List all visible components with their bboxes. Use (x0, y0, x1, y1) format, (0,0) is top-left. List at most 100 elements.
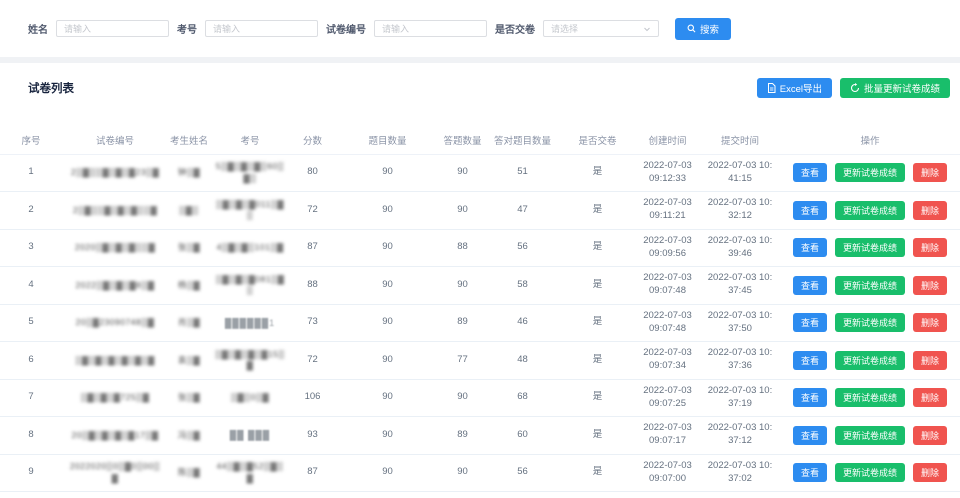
cell-index: 5 (0, 304, 62, 342)
delete-button[interactable]: 删除 (913, 313, 948, 333)
panel-toolbar: 试卷列表 Excel导出 批量更新试卷成绩 (0, 63, 960, 127)
submitted-select[interactable]: 请选择 (543, 20, 659, 37)
delete-button[interactable]: 删除 (913, 163, 948, 183)
cell-correct-count: 60 (485, 416, 560, 455)
cell-index: 9 (0, 454, 62, 492)
delete-button[interactable]: 删除 (913, 200, 948, 220)
batch-update-button[interactable]: 批量更新试卷成绩 (839, 78, 950, 98)
col-header-answered-count: 答题数量 (440, 127, 485, 155)
cell-submitted: 是 (560, 191, 635, 230)
paper-no-input[interactable]: 请输入 (374, 20, 487, 37)
cell-actions: 查看 更新试卷成绩 删除 (780, 229, 960, 267)
view-button[interactable]: 查看 (792, 275, 827, 295)
cell-submitted: 是 (560, 454, 635, 492)
cell-answered-count: 77 (440, 341, 485, 380)
cell-answered-count: 90 (440, 154, 485, 192)
update-score-button[interactable]: 更新试卷成绩 (834, 388, 905, 408)
view-button[interactable]: 查看 (792, 350, 827, 370)
cell-paper-no: 20▒▓23090748▒▓ (62, 304, 168, 342)
cell-student-name: 冯▒▓ (168, 416, 210, 455)
name-field-label: 姓名 (28, 25, 48, 36)
view-button[interactable]: 查看 (792, 388, 827, 408)
cell-index: 3 (0, 229, 62, 267)
cell-actions: 查看 更新试卷成绩 删除 (780, 416, 960, 455)
cell-submitted: 是 (560, 154, 635, 192)
view-button[interactable]: 查看 (792, 463, 827, 483)
exam-id-field-group: 考号 请输入 (177, 20, 318, 37)
cell-created-time: 2022-07-03 09:07:00 (635, 454, 700, 492)
col-header-paper-no: 试卷编号 (62, 127, 168, 155)
cell-paper-no: ▒▓▒▓▒▓▒▓▒▓▒▓ (62, 341, 168, 380)
submitted-field-group: 是否交卷 请选择 (495, 20, 659, 37)
col-header-submit-time: 提交时间 (700, 127, 780, 155)
col-header-student-name: 考生姓名 (168, 127, 210, 155)
cell-paper-no: 20▒▓▒▓▒▓▒▓17▒▓ (62, 416, 168, 455)
cell-created-time: 2022-07-03 09:12:33 (635, 154, 700, 192)
update-score-button[interactable]: 更新试卷成绩 (834, 463, 905, 483)
update-score-button[interactable]: 更新试卷成绩 (834, 313, 905, 333)
cell-actions: 查看 更新试卷成绩 删除 (780, 454, 960, 492)
update-score-button[interactable]: 更新试卷成绩 (834, 350, 905, 370)
update-score-button[interactable]: 更新试卷成绩 (834, 275, 905, 295)
update-score-button[interactable]: 更新试卷成绩 (834, 200, 905, 220)
delete-button[interactable]: 删除 (913, 350, 948, 370)
row-actions: 查看 更新试卷成绩 删除 (785, 463, 955, 483)
row-actions: 查看 更新试卷成绩 删除 (785, 200, 955, 220)
name-input[interactable]: 请输入 (56, 20, 169, 37)
toolbar-buttons: Excel导出 批量更新试卷成绩 (756, 78, 950, 98)
cell-question-count: 90 (335, 229, 440, 267)
cell-student-name: 张▒▓ (168, 379, 210, 417)
exam-id-field-label: 考号 (177, 25, 197, 36)
submitted-field-label: 是否交卷 (495, 25, 535, 36)
delete-button[interactable]: 删除 (913, 238, 948, 258)
cell-answered-count: 88 (440, 229, 485, 267)
refresh-icon (850, 83, 860, 93)
cell-created-time: 2022-07-03 09:09:56 (635, 229, 700, 267)
delete-button[interactable]: 删除 (913, 463, 948, 483)
view-button[interactable]: 查看 (792, 200, 827, 220)
col-header-actions: 操作 (780, 127, 960, 155)
cell-student-name: 肖▒▓ (168, 304, 210, 342)
view-button[interactable]: 查看 (792, 313, 827, 333)
cell-correct-count: 68 (485, 379, 560, 417)
search-button[interactable]: 搜索 (675, 17, 732, 40)
cell-score: 72 (290, 341, 335, 380)
cell-correct-count: 51 (485, 154, 560, 192)
delete-button[interactable]: 删除 (913, 388, 948, 408)
delete-button[interactable]: 删除 (913, 425, 948, 445)
table-header-row: 序号 试卷编号 考生姓名 考号 分数 题目数量 答题数量 答对题目数量 是否交卷… (0, 127, 960, 155)
cell-actions: 查看 更新试卷成绩 删除 (780, 191, 960, 230)
cell-actions: 查看 更新试卷成绩 删除 (780, 266, 960, 305)
view-button[interactable]: 查看 (792, 425, 827, 445)
delete-button[interactable]: 删除 (913, 275, 948, 295)
cell-score: 80 (290, 154, 335, 192)
cell-created-time: 2022-07-03 09:07:17 (635, 416, 700, 455)
cell-score: 73 (290, 304, 335, 342)
row-actions: 查看 更新试卷成绩 删除 (785, 275, 955, 295)
cell-submit-time: 2022-07-03 10:41:15 (700, 154, 780, 192)
cell-exam-id: ▒▓▒▓▒▓▒▓15▒▓ (210, 341, 290, 380)
cell-exam-id: 44▒▓▒▓52▒▓▒▓ (210, 454, 290, 492)
excel-export-button[interactable]: Excel导出 (756, 78, 832, 98)
paper-no-field-group: 试卷编号 请输入 (326, 20, 487, 37)
view-button[interactable]: 查看 (792, 163, 827, 183)
cell-correct-count: 47 (485, 191, 560, 230)
view-button[interactable]: 查看 (792, 238, 827, 258)
row-actions: 查看 更新试卷成绩 删除 (785, 238, 955, 258)
cell-created-time: 2022-07-03 09:11:21 (635, 191, 700, 230)
update-score-button[interactable]: 更新试卷成绩 (834, 163, 905, 183)
update-score-button[interactable]: 更新试卷成绩 (834, 425, 905, 445)
cell-question-count: 90 (335, 379, 440, 417)
cell-created-time: 2022-07-03 09:07:34 (635, 341, 700, 380)
cell-submitted: 是 (560, 416, 635, 455)
cell-submit-time: 2022-07-03 10:37:19 (700, 379, 780, 417)
cell-actions: 查看 更新试卷成绩 删除 (780, 304, 960, 342)
cell-index: 6 (0, 341, 62, 380)
exam-id-input[interactable]: 请输入 (205, 20, 318, 37)
update-score-button[interactable]: 更新试卷成绩 (834, 238, 905, 258)
cell-score: 87 (290, 454, 335, 492)
cell-score: 93 (290, 416, 335, 455)
cell-paper-no: 2022▒▓▒▓▒▓8▒▓ (62, 266, 168, 305)
submitted-select-placeholder: 请选择 (551, 24, 579, 34)
excel-export-label: Excel导出 (779, 84, 822, 95)
